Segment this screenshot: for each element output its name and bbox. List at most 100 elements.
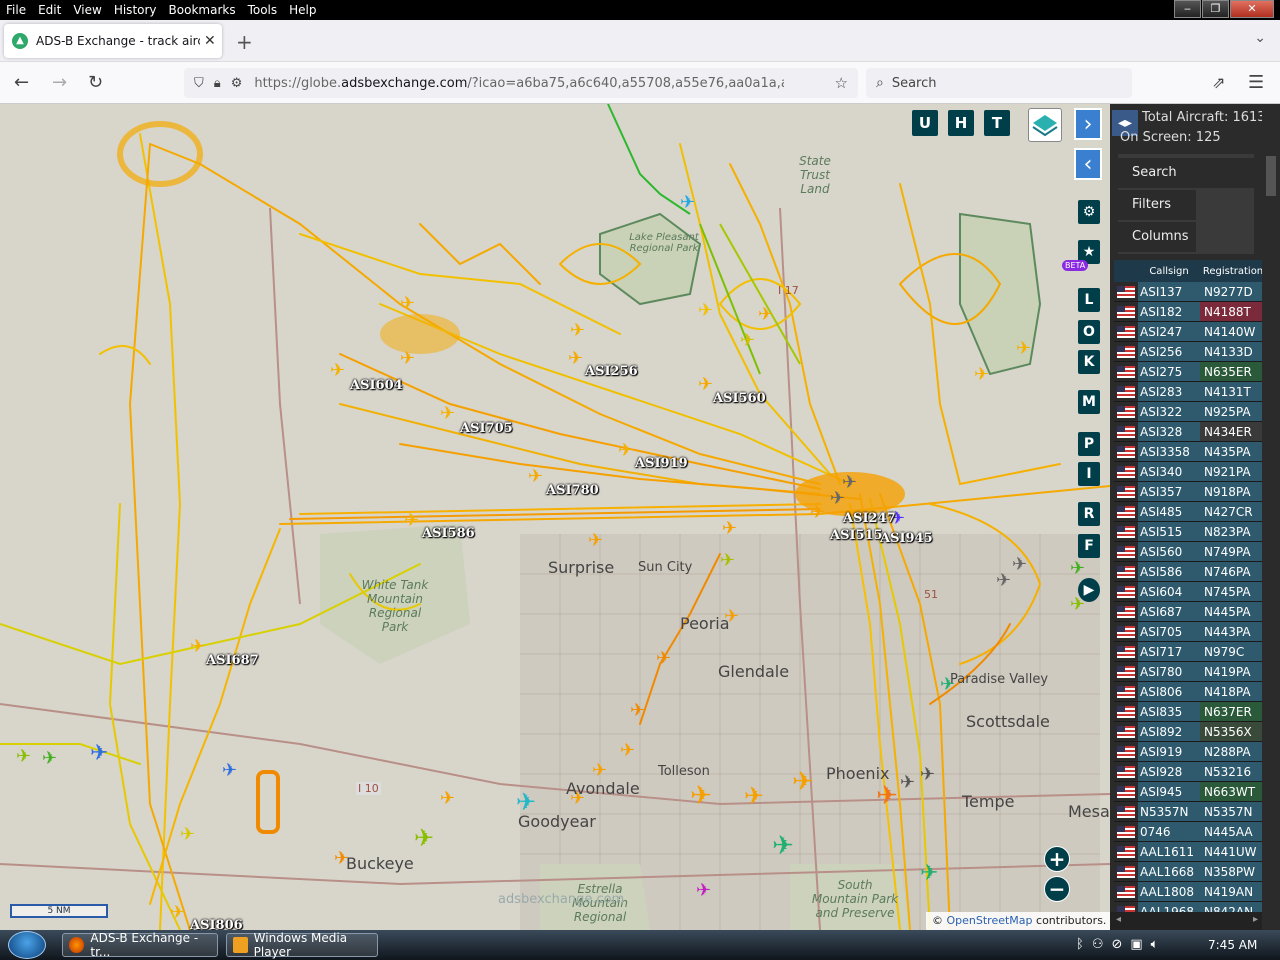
toggle-p-button[interactable]: P [1078, 432, 1100, 456]
openstreetmap-link[interactable]: OpenStreetMap [947, 914, 1033, 927]
close-window-button[interactable]: ✕ [1230, 0, 1274, 18]
aircraft-label[interactable]: ASI919 [635, 456, 688, 471]
table-row[interactable]: ASI357 N918PA [1114, 482, 1266, 502]
bluetooth-icon[interactable]: ᛒ [1076, 937, 1092, 952]
toggle-f-button[interactable]: F [1078, 534, 1100, 558]
network-icon[interactable]: ⚇ [1092, 937, 1112, 952]
browser-tab[interactable]: ▲ ADS-B Exchange - track aircraft ✕ [4, 24, 222, 58]
aircraft-label[interactable]: ASI780 [546, 483, 599, 498]
table-row[interactable]: ASI3358 N435PA [1114, 442, 1266, 462]
menu-bookmarks[interactable]: Bookmarks [163, 0, 242, 20]
table-row[interactable]: ASI283 N4131T [1114, 382, 1266, 402]
lock-icon[interactable]: 🔒︎ [214, 76, 221, 91]
collapse-panel-button[interactable]: ‹ [1074, 148, 1102, 180]
table-row[interactable]: AAL1611 N441UW [1114, 842, 1266, 862]
settings-gear-icon[interactable]: ⚙ [1078, 200, 1100, 224]
extensions-icon[interactable]: ⇗ [1212, 73, 1225, 92]
table-row[interactable]: ASI717 N979C [1114, 642, 1266, 662]
toggle-i-button[interactable]: I [1078, 462, 1100, 486]
aircraft-label[interactable]: ASI687 [206, 653, 259, 668]
menu-tools[interactable]: Tools [242, 0, 284, 20]
back-arrow-icon[interactable]: ← [14, 72, 29, 93]
toggle-k-button[interactable]: K [1078, 350, 1100, 374]
table-row[interactable]: ASI806 N418PA [1114, 682, 1266, 702]
table-row[interactable]: ASI705 N443PA [1114, 622, 1266, 642]
url-bar[interactable]: ⛉ 🔒︎ ⚙ https://globe.adsbexchange.com/?i… [184, 68, 858, 98]
hamburger-menu-icon[interactable]: ☰ [1248, 72, 1264, 93]
permissions-icon[interactable]: ⚙ [231, 76, 243, 91]
table-row[interactable]: ASI328 N434ER [1114, 422, 1266, 442]
toggle-t-button[interactable]: T [984, 110, 1010, 136]
menu-file[interactable]: File [0, 0, 32, 20]
menu-edit[interactable]: Edit [32, 0, 67, 20]
new-tab-icon[interactable]: + [236, 30, 253, 54]
aircraft-label[interactable]: ASI247 [843, 511, 896, 526]
table-row[interactable]: N5357N N5357N [1114, 802, 1266, 822]
aircraft-label[interactable]: ASI256 [585, 364, 638, 379]
aircraft-label[interactable]: ASI705 [460, 421, 513, 436]
layers-button[interactable] [1028, 108, 1062, 142]
map-view[interactable]: ✈ ✈ ✈ ✈ ✈ ✈ ✈ ✈ ✈ ✈ ✈ ✈ ✈ ✈ ✈ ✈ ✈ ✈ ✈ ✈ … [0, 104, 1110, 930]
column-registration[interactable]: Registration [1200, 266, 1266, 277]
reload-icon[interactable]: ↻ [88, 72, 103, 93]
toggle-o-button[interactable]: O [1078, 320, 1100, 344]
search-bar[interactable]: ⌕ Search [866, 68, 1132, 98]
maximize-button[interactable]: ❐ [1202, 0, 1229, 18]
table-row[interactable]: ASI835 N637ER [1114, 702, 1266, 722]
table-row[interactable]: ASI256 N4133D [1114, 342, 1266, 362]
toggle-m-button[interactable]: M [1078, 390, 1100, 414]
table-row[interactable]: ASI340 N921PA [1114, 462, 1266, 482]
toggle-h-button[interactable]: H [948, 110, 974, 136]
forward-arrow-icon[interactable]: → [52, 72, 67, 93]
zoom-out-button[interactable]: − [1044, 876, 1070, 902]
taskbar-media-player[interactable]: Windows Media Player [226, 931, 378, 959]
filters-button[interactable]: Filters [1118, 190, 1196, 220]
table-row[interactable]: 0746 N445AA [1114, 822, 1266, 842]
scroll-right-icon[interactable]: ▸ [1253, 914, 1258, 925]
display-icon[interactable]: ▣ [1130, 937, 1150, 952]
table-row[interactable]: ASI137 N9277D [1114, 282, 1266, 302]
start-button[interactable] [8, 931, 46, 959]
menu-help[interactable]: Help [283, 0, 322, 20]
clock[interactable]: 7:45 AM [1208, 938, 1257, 952]
table-row[interactable]: ASI515 N823PA [1114, 522, 1266, 542]
toggle-u-button[interactable]: U [912, 110, 938, 136]
toggle-l-button[interactable]: L [1078, 288, 1100, 312]
taskbar-firefox[interactable]: ADS-B Exchange - tr... [62, 931, 218, 959]
menu-history[interactable]: History [108, 0, 163, 20]
table-row[interactable]: ASI687 N445PA [1114, 602, 1266, 622]
toggle-r-button[interactable]: R [1078, 502, 1100, 526]
table-row[interactable]: ASI247 N4140W [1114, 322, 1266, 342]
aircraft-label[interactable]: ASI586 [422, 526, 475, 541]
table-row[interactable]: ASI322 N925PA [1114, 402, 1266, 422]
table-row[interactable]: ASI928 N53216 [1114, 762, 1266, 782]
security-icon[interactable]: ⊘ [1111, 937, 1130, 952]
list-tabs-chevron-icon[interactable]: ⌄ [1254, 30, 1266, 46]
minimize-button[interactable]: ‒ [1174, 0, 1201, 18]
aircraft-label[interactable]: ASI604 [350, 378, 403, 393]
table-row[interactable]: ASI560 N749PA [1114, 542, 1266, 562]
close-tab-icon[interactable]: ✕ [204, 33, 216, 49]
table-row[interactable]: ASI892 N5356X [1114, 722, 1266, 742]
aircraft-label[interactable]: ASI806 [190, 918, 243, 930]
table-row[interactable]: ASI945 N663WT [1114, 782, 1266, 802]
column-callsign[interactable]: Callsign [1138, 266, 1200, 277]
table-row[interactable]: ASI182 N4188T [1114, 302, 1266, 322]
table-row[interactable]: ASI780 N419PA [1114, 662, 1266, 682]
aircraft-label[interactable]: ASI515 [830, 528, 883, 543]
volume-icon[interactable]: 🔈︎ [1151, 937, 1167, 952]
table-row[interactable]: ASI586 N746PA [1114, 562, 1266, 582]
panel-vertical-scrollbar[interactable] [1262, 104, 1280, 930]
tracking-protection-icon[interactable]: ⛉ [194, 76, 204, 91]
expand-panel-button[interactable]: › [1074, 108, 1102, 140]
horizontal-scrollbar[interactable]: ◂ ▸ [1110, 912, 1262, 930]
aircraft-label[interactable]: ASI560 [713, 391, 766, 406]
search-button[interactable]: Search [1118, 158, 1254, 188]
table-row[interactable]: AAL1668 N358PW [1114, 862, 1266, 882]
table-row[interactable]: ASI275 N635ER [1114, 362, 1266, 382]
table-row[interactable]: ASI604 N745PA [1114, 582, 1266, 602]
aircraft-label[interactable]: ASI945 [880, 531, 933, 546]
scrollbar-thumb[interactable] [1266, 156, 1276, 196]
bookmark-star-icon[interactable]: ☆ [835, 74, 848, 92]
scroll-left-icon[interactable]: ◂ [1116, 914, 1121, 925]
